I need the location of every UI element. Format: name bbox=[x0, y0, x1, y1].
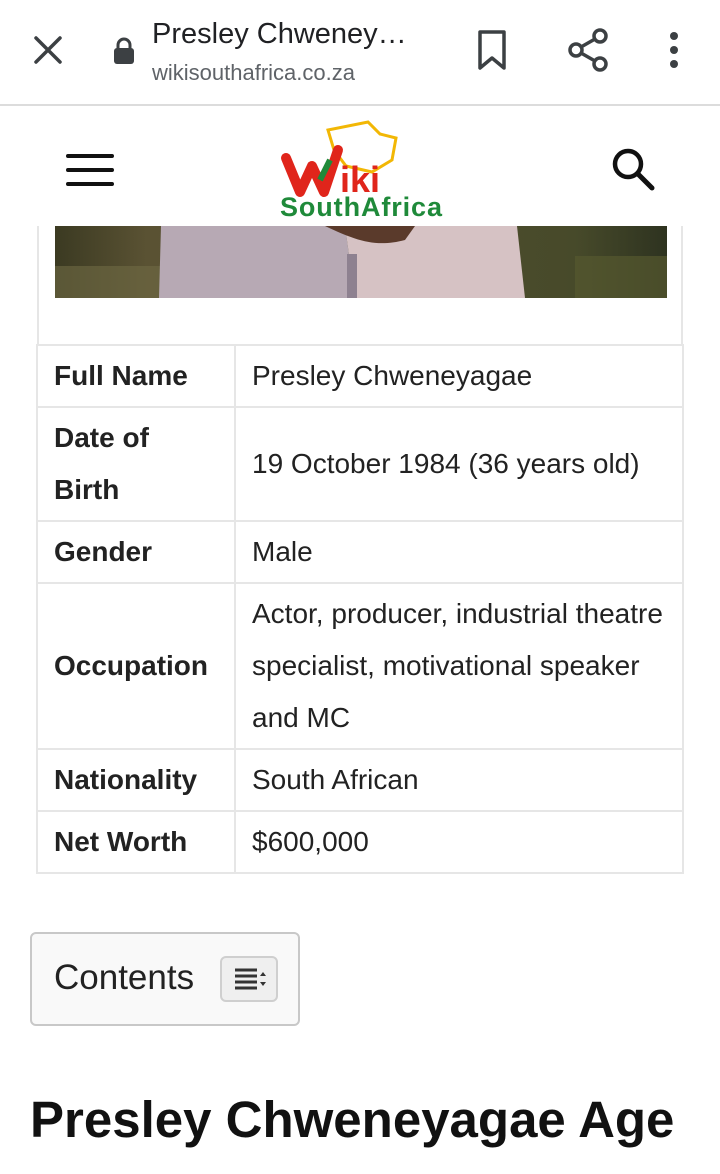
browser-toolbar: Presley Chweney… wikisouthafrica.co.za bbox=[0, 0, 720, 106]
site-logo[interactable]: iki SouthAfrica bbox=[276, 120, 446, 220]
table-row: Occupation Actor, producer, industrial t… bbox=[36, 582, 684, 750]
row-label-nationality: Nationality bbox=[36, 748, 236, 812]
row-label-net-worth: Net Worth bbox=[36, 810, 236, 874]
toc-toggle-button[interactable] bbox=[220, 956, 278, 1002]
row-label-full-name: Full Name bbox=[36, 344, 236, 408]
lock-icon bbox=[114, 37, 134, 64]
row-label-gender: Gender bbox=[36, 520, 236, 584]
site-header: iki SouthAfrica bbox=[0, 108, 720, 226]
page-title[interactable]: Presley Chweney… bbox=[152, 18, 432, 51]
row-label-date-of-birth: Date of Birth bbox=[36, 406, 236, 522]
table-of-contents: Contents bbox=[30, 932, 300, 1026]
table-row: Date of Birth 19 October 1984 (36 years … bbox=[36, 406, 684, 522]
row-value-nationality: South African bbox=[234, 748, 684, 812]
menu-icon[interactable] bbox=[66, 150, 114, 190]
share-icon[interactable] bbox=[564, 26, 612, 74]
more-options-icon[interactable] bbox=[656, 26, 692, 74]
row-value-occupation: Actor, producer, industrial theatre spec… bbox=[234, 582, 684, 750]
table-row: Net Worth $600,000 bbox=[36, 810, 684, 874]
row-label-occupation: Occupation bbox=[36, 582, 236, 750]
section-heading: Presley Chweneyagae Age bbox=[30, 1091, 675, 1148]
table-row: Nationality South African bbox=[36, 748, 684, 812]
toc-label: Contents bbox=[54, 958, 195, 997]
url-text[interactable]: wikisouthafrica.co.za bbox=[152, 60, 355, 86]
row-value-full-name: Presley Chweneyagae bbox=[234, 344, 684, 408]
bookmark-icon[interactable] bbox=[470, 26, 514, 74]
info-table: Full Name Presley Chweneyagae Date of Bi… bbox=[36, 344, 684, 874]
table-row: Full Name Presley Chweneyagae bbox=[36, 344, 684, 408]
profile-image-frame bbox=[37, 226, 683, 344]
search-icon[interactable] bbox=[608, 144, 656, 192]
svg-text:SouthAfrica: SouthAfrica bbox=[280, 192, 443, 220]
row-value-date-of-birth: 19 October 1984 (36 years old) bbox=[234, 406, 684, 522]
table-row: Gender Male bbox=[36, 520, 684, 584]
profile-photo bbox=[55, 226, 667, 298]
close-icon[interactable] bbox=[26, 28, 70, 72]
row-value-net-worth: $600,000 bbox=[234, 810, 684, 874]
row-value-gender: Male bbox=[234, 520, 684, 584]
list-toggle-icon bbox=[235, 968, 266, 990]
